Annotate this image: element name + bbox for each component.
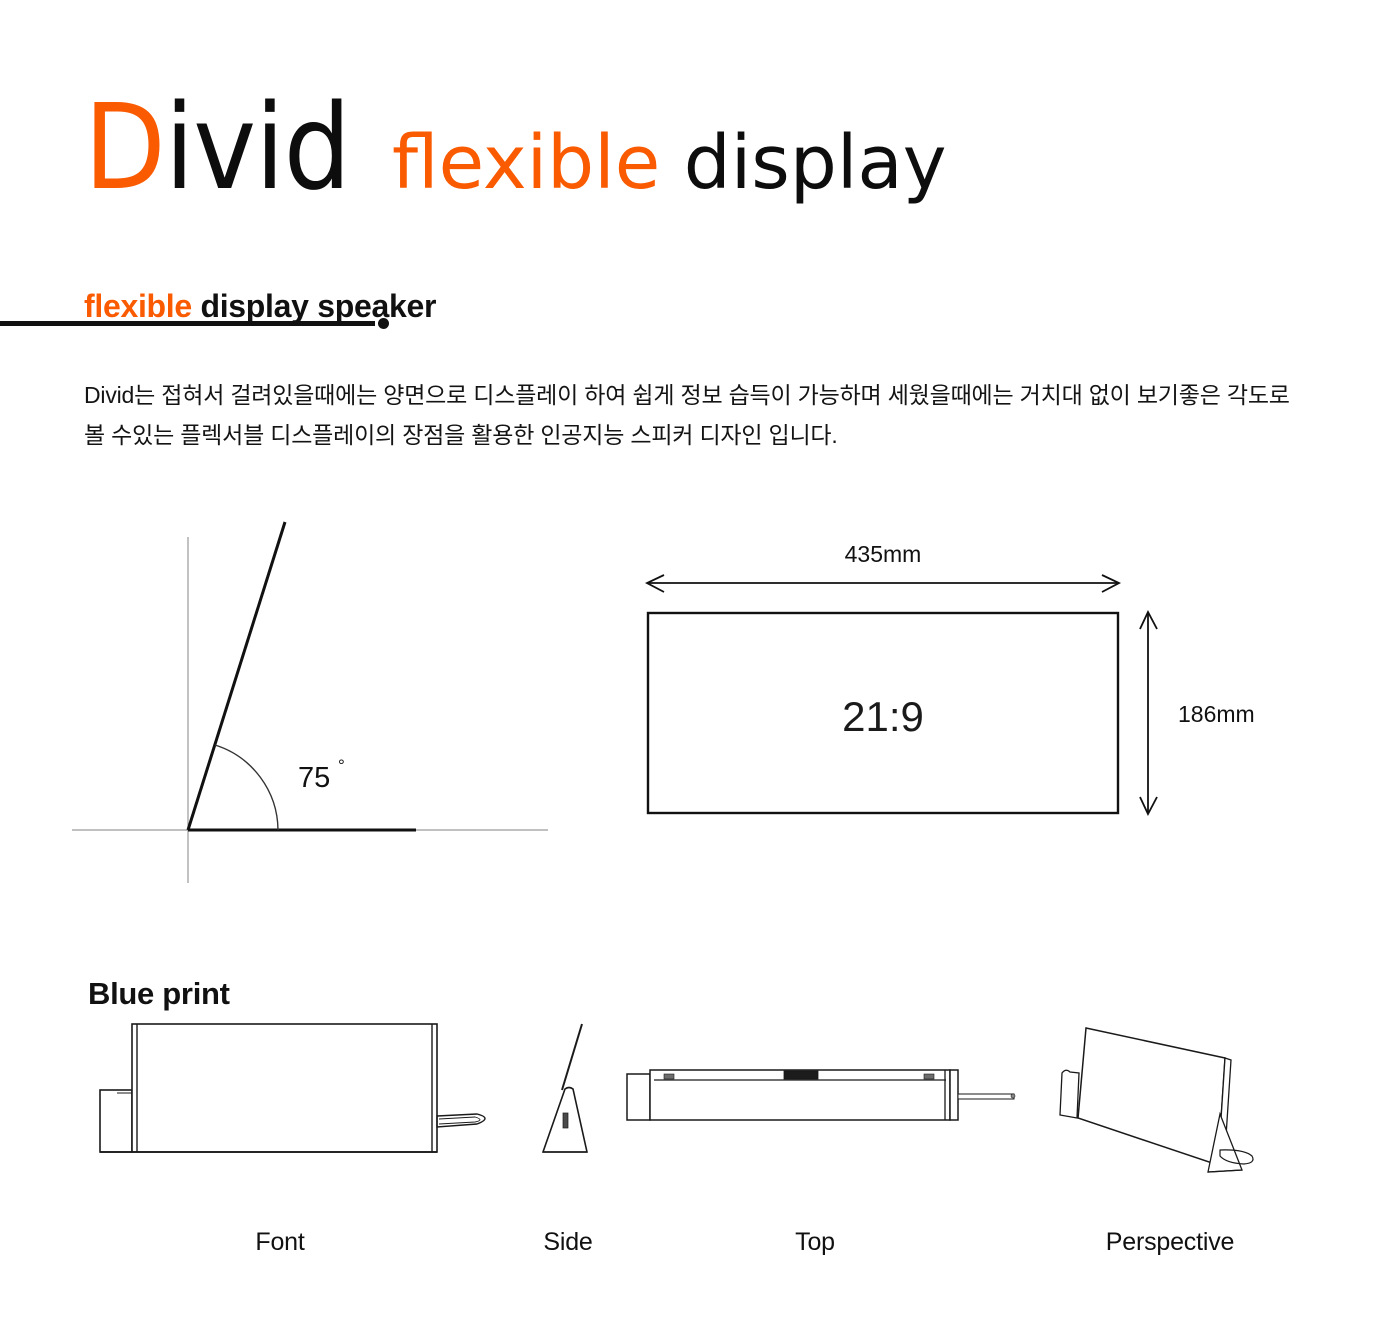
width-dimension-label: 435mm [845, 541, 922, 567]
angle-value-label: 75 [298, 762, 330, 794]
brand-tagline: flexible display [392, 126, 947, 200]
top-antenna-rod [957, 1093, 1015, 1100]
tagline-display [660, 120, 684, 206]
dimension-diagram: 435mm 21:9 186mm [644, 541, 1255, 817]
brand-name-rest: ivid [164, 78, 351, 216]
blueprint-label-side: Side [543, 1228, 593, 1256]
blueprint-label-top: Top [795, 1228, 835, 1256]
blueprint-labels: Font Side Top Perspective [0, 1228, 1400, 1268]
blueprint-top-view [626, 1069, 1016, 1121]
perspective-display-panel [1077, 1027, 1226, 1167]
logo-block: Divid flexible display [0, 88, 1400, 329]
tagline-display-word: display [683, 120, 947, 206]
perspective-left-tab [1059, 1069, 1080, 1119]
aspect-ratio-label: 21:9 [842, 693, 924, 740]
blueprint-heading: Blue print [88, 975, 230, 1011]
top-antenna-tip [1010, 1093, 1016, 1099]
top-right-notch [923, 1073, 935, 1080]
top-center-speaker [783, 1070, 819, 1080]
brand-initial: D [84, 78, 166, 216]
blueprint-perspective-view [1059, 1027, 1254, 1173]
diagram-row: 75 ° 435mm 21:9 186mm [0, 505, 1400, 915]
angle-degree-symbol: ° [338, 756, 345, 775]
front-strap-loop-inner [438, 1116, 481, 1125]
blueprint-label-front: Font [255, 1228, 305, 1256]
angle-inclined-line [186, 521, 287, 831]
front-body [131, 1023, 438, 1153]
side-center-detail [562, 1112, 569, 1129]
intro-paragraph: Divid는 접혀서 걸려있을때에는 양면으로 디스플레이 하여 쉽게 정보 습… [84, 382, 1290, 448]
front-left-tab [99, 1089, 133, 1153]
section-heading-rest: display speaker [191, 288, 437, 324]
section-heading-accent: flexible [84, 288, 192, 324]
angle-arc [214, 744, 279, 831]
top-right-cap [949, 1069, 959, 1121]
top-left-cap [626, 1073, 651, 1121]
angle-diagram: 75 ° [72, 521, 548, 883]
brand-wordmark: Divid flexible display [84, 88, 947, 206]
blueprint-label-perspective: Perspective [1105, 1228, 1235, 1256]
tagline-flexible: flexible [391, 120, 661, 206]
blueprint-views [0, 1010, 1400, 1210]
section-heading: flexible display speaker [84, 288, 436, 325]
top-left-notch [663, 1073, 675, 1080]
side-display-line [561, 1023, 583, 1091]
blueprint-side-view [541, 1023, 588, 1153]
front-strap-loop [436, 1113, 486, 1128]
brand-name: Divid [84, 88, 351, 206]
blueprint-front-view [99, 1023, 486, 1153]
height-dimension-label: 186mm [1178, 701, 1255, 727]
